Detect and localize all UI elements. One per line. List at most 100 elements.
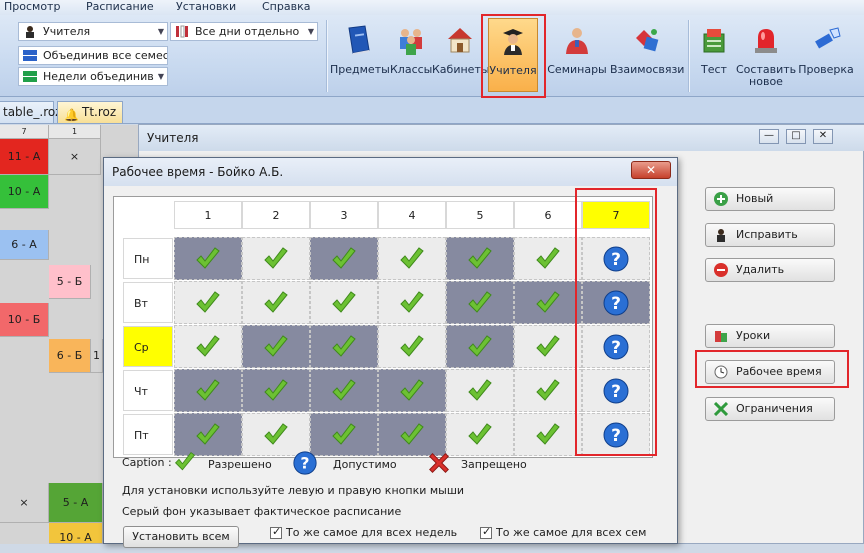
time-slot-cell[interactable]: [514, 237, 582, 280]
weeks-icon: [23, 71, 37, 82]
question-icon: ?: [603, 378, 629, 403]
seminars-button[interactable]: Семинары: [546, 18, 608, 92]
menu-view[interactable]: Просмотр: [4, 0, 60, 14]
legend-acceptable: Допустимо: [333, 458, 397, 471]
lesson-cell[interactable]: 6 - А: [0, 230, 49, 260]
bell-icon: 🔔: [64, 108, 79, 122]
column-header[interactable]: 6: [514, 201, 582, 229]
column-header[interactable]: 5: [446, 201, 514, 229]
time-slot-cell[interactable]: [514, 413, 582, 456]
time-slot-cell[interactable]: [446, 369, 514, 412]
merge-weeks-label: Недели объединив: [43, 70, 154, 83]
tab-table-roz[interactable]: table_.roz: [0, 101, 62, 123]
edit-teacher-button[interactable]: Исправить: [705, 223, 835, 247]
time-slot-cell[interactable]: [310, 281, 378, 324]
time-slot-cell[interactable]: ?: [582, 369, 650, 412]
time-slot-cell[interactable]: [174, 325, 242, 368]
time-slot-cell[interactable]: ?: [582, 325, 650, 368]
time-slot-cell[interactable]: ?: [582, 281, 650, 324]
svg-text:?: ?: [611, 250, 621, 270]
time-slot-cell[interactable]: [310, 237, 378, 280]
classes-button[interactable]: Классы: [390, 18, 432, 92]
minimize-button[interactable]: —: [759, 129, 779, 144]
time-slot-cell[interactable]: [310, 369, 378, 412]
lesson-cell[interactable]: 10 - Б: [0, 303, 49, 337]
time-slot-cell[interactable]: [242, 369, 310, 412]
lesson-cell[interactable]: 10 - А: [49, 523, 103, 544]
time-slot-cell[interactable]: [310, 413, 378, 456]
lesson-cell[interactable]: 10 - А: [0, 175, 49, 209]
row-header[interactable]: Чт: [123, 370, 173, 411]
compose-new-button[interactable]: Составить новое: [736, 18, 796, 92]
check-button[interactable]: Проверка: [796, 18, 856, 92]
lesson-cell[interactable]: 5 - Б: [49, 265, 91, 299]
lesson-cell[interactable]: 5 - А: [49, 483, 103, 523]
time-slot-cell[interactable]: ?: [582, 237, 650, 280]
subjects-button[interactable]: Предметы: [330, 18, 390, 92]
same-weeks-checkbox[interactable]: [270, 525, 282, 539]
time-slot-cell[interactable]: [514, 369, 582, 412]
time-slot-cell[interactable]: [446, 281, 514, 324]
lesson-cell[interactable]: ×: [0, 483, 49, 523]
lesson-cell[interactable]: ×: [49, 139, 101, 175]
dialog-close-button[interactable]: ✕: [631, 161, 671, 179]
time-slot-cell[interactable]: [378, 281, 446, 324]
time-slot-cell[interactable]: [310, 325, 378, 368]
time-slot-cell[interactable]: [242, 237, 310, 280]
time-slot-cell[interactable]: [174, 281, 242, 324]
row-header[interactable]: Пт: [123, 414, 173, 455]
column-header[interactable]: 3: [310, 201, 378, 229]
merge-weeks-select[interactable]: Недели объединив ▼: [18, 67, 168, 86]
close-button[interactable]: ✕: [813, 129, 833, 144]
tab-tt-roz[interactable]: 🔔 Tt.roz: [57, 101, 123, 123]
set-all-button[interactable]: Установить всем: [123, 526, 239, 548]
time-slot-cell[interactable]: [446, 413, 514, 456]
time-slot-cell[interactable]: [174, 369, 242, 412]
time-slot-cell[interactable]: [514, 325, 582, 368]
test-button[interactable]: Тест: [692, 18, 736, 92]
teacher-icon: [26, 26, 34, 38]
teacher-view-label: Учителя: [43, 25, 91, 38]
column-header[interactable]: 2: [242, 201, 310, 229]
row-header[interactable]: Пн: [123, 238, 173, 279]
time-slot-cell[interactable]: [378, 325, 446, 368]
lesson-cell[interactable]: 1: [91, 339, 103, 373]
teachers-button[interactable]: Учителя: [488, 18, 538, 92]
grid-header: 7: [0, 125, 49, 139]
column-header[interactable]: 1: [174, 201, 242, 229]
same-semesters-checkbox[interactable]: [480, 525, 492, 539]
time-slot-cell[interactable]: [378, 237, 446, 280]
menu-help[interactable]: Справка: [262, 0, 310, 14]
lesson-cell[interactable]: 6 - Б: [49, 339, 91, 373]
time-slot-cell[interactable]: [242, 281, 310, 324]
days-mode-select[interactable]: Все дни отдельно ▼: [170, 22, 318, 41]
check-icon: [400, 246, 424, 269]
maximize-button[interactable]: □: [786, 129, 806, 144]
column-header[interactable]: 4: [378, 201, 446, 229]
time-slot-cell[interactable]: [446, 237, 514, 280]
working-time-button[interactable]: Рабочее время: [705, 360, 835, 384]
merge-semesters-option[interactable]: Объединив все семестры: [18, 46, 168, 65]
check-icon: [400, 334, 424, 357]
time-slot-cell[interactable]: [446, 325, 514, 368]
new-teacher-button[interactable]: Новый: [705, 187, 835, 211]
menu-schedule[interactable]: Расписание: [86, 0, 154, 14]
constraints-button[interactable]: Ограничения: [705, 397, 835, 421]
teacher-view-select[interactable]: Учителя ▼: [18, 22, 168, 41]
column-header[interactable]: 7: [582, 201, 650, 229]
menu-settings[interactable]: Установки: [176, 0, 236, 14]
svg-text:?: ?: [611, 338, 621, 358]
lesson-cell[interactable]: 11 - А: [0, 139, 49, 175]
time-slot-cell[interactable]: [242, 325, 310, 368]
rooms-button[interactable]: Кабинеты: [432, 18, 490, 92]
teacher-icon: [717, 229, 725, 242]
lessons-button[interactable]: Уроки: [705, 324, 835, 348]
time-slot-cell[interactable]: [174, 237, 242, 280]
row-header[interactable]: Вт: [123, 282, 173, 323]
relations-button[interactable]: Взаимосвязи: [610, 18, 684, 92]
time-slot-cell[interactable]: ?: [582, 413, 650, 456]
time-slot-cell[interactable]: [514, 281, 582, 324]
row-header[interactable]: Ср: [123, 326, 173, 367]
time-slot-cell[interactable]: [378, 369, 446, 412]
delete-teacher-button[interactable]: Удалить: [705, 258, 835, 282]
